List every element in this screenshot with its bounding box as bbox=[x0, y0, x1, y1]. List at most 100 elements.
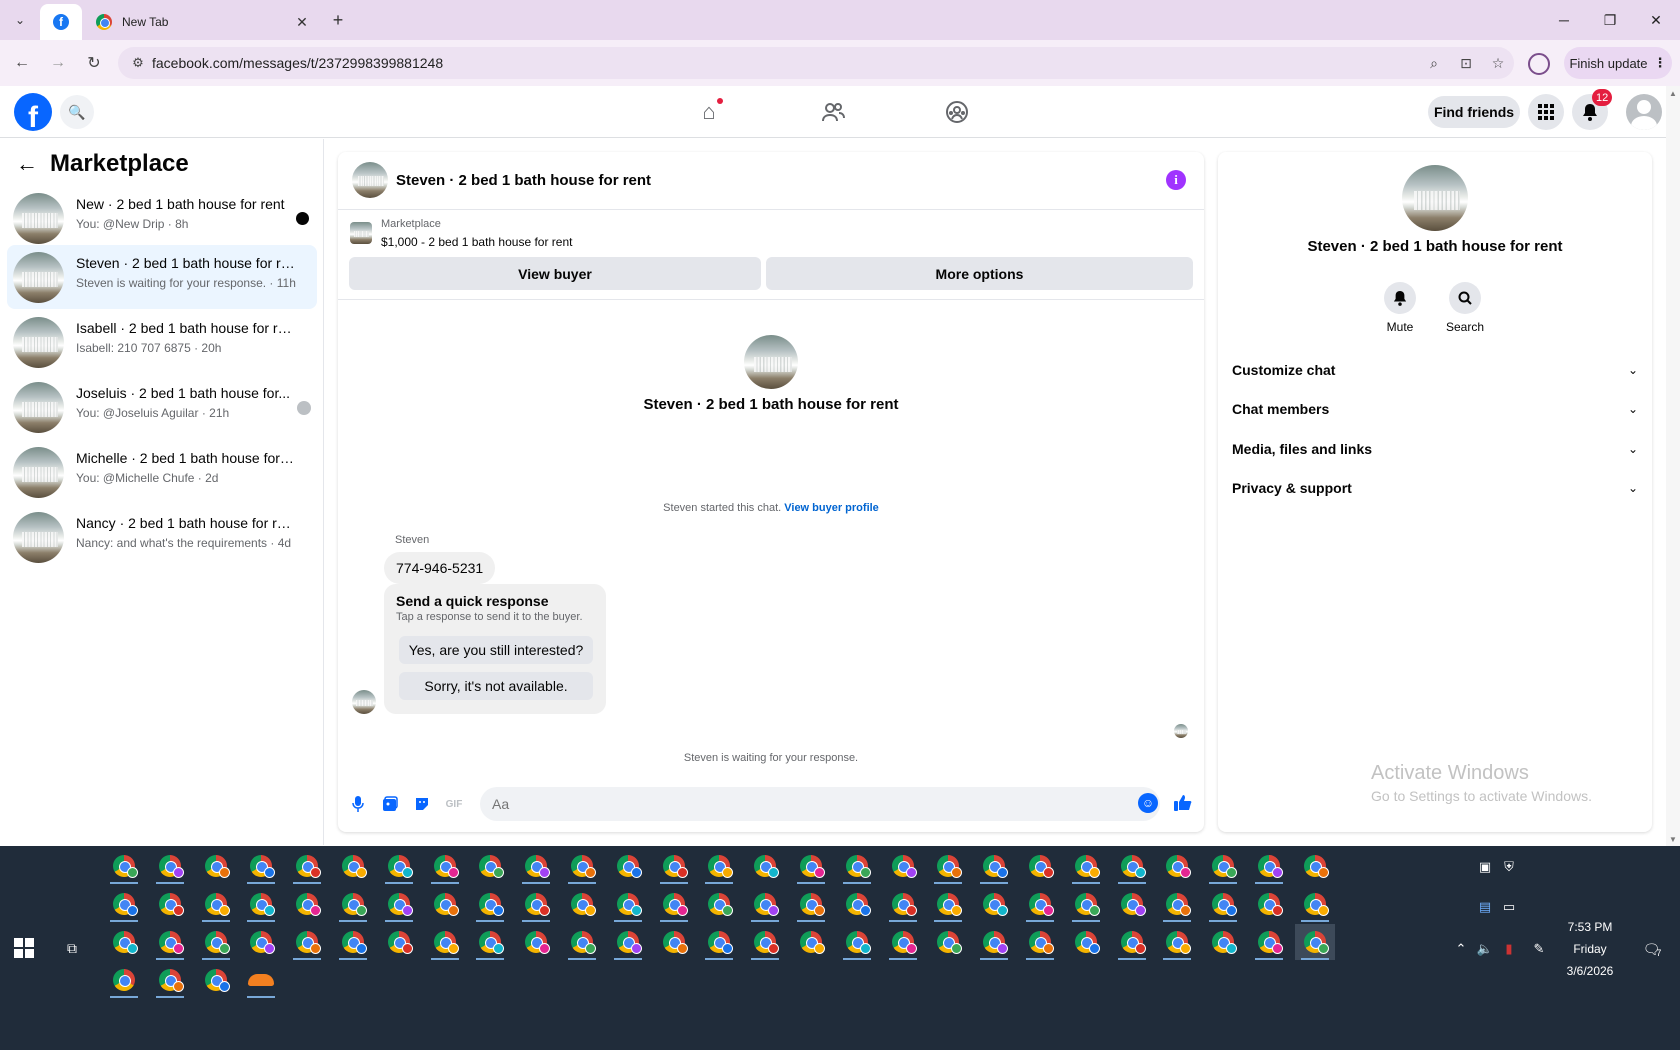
taskbar-cloud-app-icon[interactable] bbox=[241, 962, 281, 998]
notification-center-icon[interactable]: 🗨 7 bbox=[1640, 938, 1664, 960]
finish-update-button[interactable]: Finish update ⋮ bbox=[1564, 47, 1672, 79]
display-icon[interactable]: ▭ bbox=[1498, 896, 1520, 918]
taskbar-chrome-icon[interactable] bbox=[928, 848, 968, 884]
info-icon[interactable]: i bbox=[1166, 170, 1186, 190]
taskbar-chrome-icon[interactable] bbox=[196, 886, 236, 922]
windows-start-icon[interactable] bbox=[14, 938, 34, 958]
taskbar-chrome-icon[interactable] bbox=[379, 848, 419, 884]
taskbar-chrome-icon[interactable] bbox=[837, 848, 877, 884]
taskbar-chrome-icon[interactable] bbox=[699, 848, 739, 884]
taskbar-chrome-icon[interactable] bbox=[516, 848, 556, 884]
task-view-icon[interactable]: ⧉ bbox=[60, 938, 84, 958]
taskbar-chrome-icon[interactable] bbox=[928, 924, 968, 960]
install-app-icon[interactable]: ⊡ bbox=[1450, 55, 1482, 72]
taskbar-chrome-icon[interactable] bbox=[608, 848, 648, 884]
conversation-item[interactable]: Nancy · 2 bed 1 bath house for rent Nanc… bbox=[7, 505, 317, 569]
meet-now-icon[interactable]: ▣ bbox=[1474, 856, 1496, 878]
taskbar-chrome-icon[interactable] bbox=[654, 848, 694, 884]
taskbar-chrome-icon[interactable] bbox=[608, 924, 648, 960]
chat-members-row[interactable]: Chat members ⌄ bbox=[1232, 394, 1638, 424]
scroll-up-icon[interactable]: ▲ bbox=[1666, 86, 1680, 100]
message-bubble[interactable]: 774-946-5231 bbox=[384, 552, 496, 584]
taskbar-chrome-icon[interactable] bbox=[1203, 848, 1243, 884]
conversation-item-selected[interactable]: Steven · 2 bed 1 bath house for rent Ste… bbox=[7, 245, 317, 309]
listing-thumbnail[interactable] bbox=[350, 222, 372, 244]
taskbar-chrome-icon[interactable] bbox=[1112, 848, 1152, 884]
taskbar-chrome-icon[interactable] bbox=[104, 848, 144, 884]
forward-button[interactable]: → bbox=[46, 51, 70, 75]
view-buyer-button[interactable]: View buyer bbox=[349, 257, 761, 290]
taskbar-chrome-icon[interactable] bbox=[287, 886, 327, 922]
taskbar-chrome-icon[interactable] bbox=[1066, 924, 1106, 960]
facebook-logo[interactable]: f bbox=[14, 93, 52, 131]
groups-icon[interactable] bbox=[942, 98, 972, 126]
taskbar-chrome-icon[interactable] bbox=[1249, 848, 1289, 884]
sticker-icon[interactable] bbox=[412, 794, 432, 814]
tab-search-dropdown-icon[interactable]: ⌄ bbox=[8, 8, 32, 32]
taskbar-chrome-icon[interactable] bbox=[333, 848, 373, 884]
taskbar-chrome-icon[interactable] bbox=[699, 924, 739, 960]
view-buyer-profile-link[interactable]: View buyer profile bbox=[784, 502, 879, 514]
taskbar-chrome-icon[interactable] bbox=[1203, 886, 1243, 922]
minimize-button[interactable]: ─ bbox=[1544, 6, 1584, 34]
taskbar-chrome-icon[interactable] bbox=[470, 924, 510, 960]
bookmark-star-icon[interactable]: ☆ bbox=[1482, 55, 1514, 72]
security-shield-icon[interactable]: ⛨ bbox=[1498, 856, 1520, 878]
quick-response-button[interactable]: Yes, are you still interested? bbox=[399, 636, 593, 664]
photo-icon[interactable] bbox=[380, 794, 400, 814]
taskbar-chrome-icon[interactable] bbox=[516, 886, 556, 922]
taskbar-chrome-icon[interactable] bbox=[837, 924, 877, 960]
conversation-item[interactable]: New · 2 bed 1 bath house for rent You: @… bbox=[7, 186, 317, 250]
taskbar-chrome-icon[interactable] bbox=[150, 848, 190, 884]
taskbar-chrome-icon[interactable] bbox=[1066, 848, 1106, 884]
taskbar-chrome-icon[interactable] bbox=[104, 924, 144, 960]
taskbar-chrome-icon[interactable] bbox=[837, 886, 877, 922]
taskbar-chrome-icon[interactable] bbox=[333, 924, 373, 960]
taskbar-chrome-icon[interactable] bbox=[654, 886, 694, 922]
account-avatar[interactable] bbox=[1626, 94, 1662, 130]
taskbar-chrome-icon[interactable] bbox=[883, 848, 923, 884]
search-conversation-button[interactable]: Search bbox=[1435, 282, 1495, 334]
clock[interactable]: 7:53 PM Friday 3/6/2026 bbox=[1560, 916, 1620, 982]
taskbar-chrome-icon[interactable] bbox=[516, 924, 556, 960]
emoji-icon[interactable]: ☺ bbox=[1138, 793, 1158, 813]
taskbar-chrome-icon[interactable] bbox=[745, 924, 785, 960]
show-hidden-icons-chevron-icon[interactable]: ⌃ bbox=[1450, 938, 1472, 960]
mute-button[interactable]: Mute bbox=[1370, 282, 1430, 334]
taskbar-chrome-icon[interactable] bbox=[1157, 848, 1197, 884]
tab-facebook[interactable]: f bbox=[40, 4, 82, 40]
taskbar-chrome-icon[interactable] bbox=[1249, 924, 1289, 960]
message-input[interactable] bbox=[480, 787, 1160, 821]
back-button[interactable]: ← bbox=[10, 51, 34, 75]
taskbar-chrome-icon[interactable] bbox=[470, 886, 510, 922]
zoom-icon[interactable]: ⌕ bbox=[1418, 55, 1450, 72]
media-files-links-row[interactable]: Media, files and links ⌄ bbox=[1232, 434, 1638, 464]
friends-icon[interactable] bbox=[818, 98, 848, 126]
taskbar-chrome-icon[interactable] bbox=[1066, 886, 1106, 922]
thumbs-up-icon[interactable] bbox=[1172, 792, 1194, 814]
taskbar-chrome-icon[interactable] bbox=[1157, 924, 1197, 960]
pen-icon[interactable]: ✎ bbox=[1528, 938, 1550, 960]
scroll-down-icon[interactable]: ▼ bbox=[1666, 832, 1680, 846]
search-icon[interactable]: 🔍 bbox=[60, 95, 94, 129]
profile-icon[interactable] bbox=[1528, 53, 1550, 75]
taskbar-chrome-icon[interactable] bbox=[425, 848, 465, 884]
taskbar-chrome-icon[interactable] bbox=[379, 924, 419, 960]
more-options-button[interactable]: More options bbox=[766, 257, 1193, 290]
taskbar-chrome-icon[interactable] bbox=[1203, 924, 1243, 960]
taskbar-chrome-icon[interactable] bbox=[150, 886, 190, 922]
customize-chat-row[interactable]: Customize chat ⌄ bbox=[1232, 355, 1638, 385]
network-app-icon[interactable]: ▤ bbox=[1474, 896, 1496, 918]
battery-icon[interactable]: ▮ bbox=[1498, 938, 1520, 960]
conversation-item[interactable]: Isabell · 2 bed 1 bath house for rent Is… bbox=[7, 310, 317, 374]
taskbar-chrome-icon[interactable] bbox=[1112, 924, 1152, 960]
taskbar-chrome-icon[interactable] bbox=[1294, 924, 1335, 960]
chat-title[interactable]: Steven · 2 bed 1 bath house for rent bbox=[396, 172, 651, 189]
taskbar-chrome-icon[interactable] bbox=[196, 962, 236, 998]
taskbar-chrome-icon[interactable] bbox=[974, 924, 1014, 960]
taskbar-chrome-icon[interactable] bbox=[791, 924, 831, 960]
close-tab-icon[interactable]: ✕ bbox=[292, 14, 312, 31]
taskbar-chrome-icon[interactable] bbox=[241, 924, 281, 960]
taskbar-chrome-icon[interactable] bbox=[883, 886, 923, 922]
taskbar-chrome-icon[interactable] bbox=[745, 848, 785, 884]
